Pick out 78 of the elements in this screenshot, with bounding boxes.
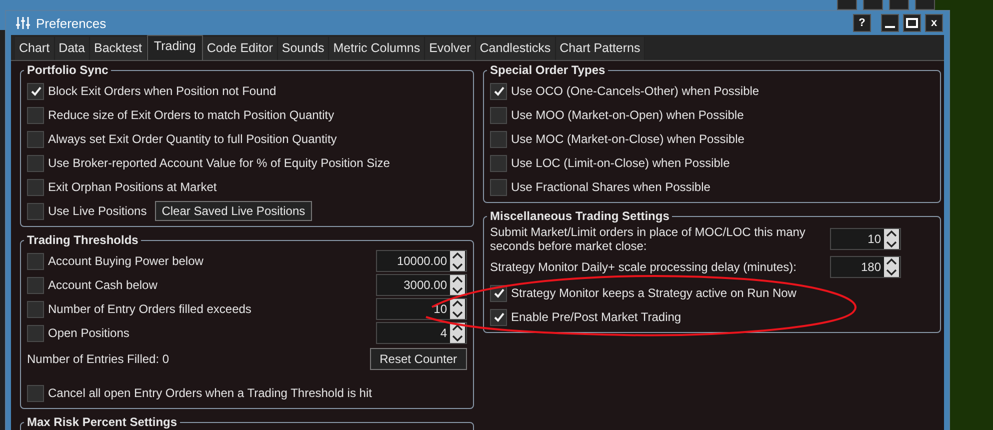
checkbox-label[interactable]: Use Fractional Shares when Possible (511, 180, 710, 194)
tab[interactable]: Evolver (425, 37, 476, 60)
group-title: Max Risk Percent Settings (26, 415, 178, 429)
tab[interactable]: Trading (146, 35, 203, 60)
checkbox-label[interactable]: Cancel all open Entry Orders when a Trading Threshold is hit (48, 386, 372, 400)
number-spinner[interactable]: 3000.00 (376, 274, 467, 296)
spin-up-icon[interactable] (450, 251, 465, 261)
checkbox[interactable] (490, 308, 507, 326)
spin-up-icon[interactable] (884, 257, 899, 267)
tab[interactable]: Sounds (278, 37, 330, 60)
checkbox[interactable] (27, 82, 44, 100)
help-button[interactable]: ? (853, 14, 871, 32)
checkbox[interactable] (490, 82, 507, 100)
setting-label: Submit Market/Limit orders in place of MOC/LOC this many seconds before market close: (490, 225, 806, 253)
tab[interactable]: Chart Patterns (556, 37, 646, 60)
spin-up-icon[interactable] (450, 299, 465, 309)
clear-button[interactable]: Clear Saved Live Positions (154, 201, 312, 221)
checkbox-label[interactable]: Use MOC (Market-on-Close) when Possible (511, 132, 744, 146)
checkbox-label[interactable]: Account Cash below (48, 278, 376, 292)
spin-up-icon[interactable] (884, 229, 899, 239)
maximize-icon[interactable] (903, 14, 921, 32)
checkbox-label[interactable]: Always set Exit Order Quantity to full Position Quantity (48, 132, 337, 146)
minimize-icon[interactable] (881, 14, 899, 32)
checkbox[interactable] (490, 106, 507, 124)
tab[interactable]: Backtest (90, 37, 147, 60)
checkbox[interactable] (490, 178, 507, 196)
checkbox[interactable] (27, 252, 44, 270)
number-spinner[interactable]: 10 (830, 228, 901, 250)
group-title: Portfolio Sync (26, 63, 110, 77)
checkbox-label[interactable]: Enable Pre/Post Market Trading (511, 310, 682, 324)
checkbox-label[interactable]: Use LOC (Limit-on-Close) when Possible (511, 156, 730, 170)
checkbox-label[interactable]: Use Live Positions (48, 204, 147, 218)
spin-down-icon[interactable] (450, 309, 465, 319)
tab[interactable]: Candlesticks (476, 37, 556, 60)
checkbox[interactable] (27, 130, 44, 148)
number-spinner[interactable]: 10000.00 (376, 250, 467, 272)
sliders-icon (16, 16, 30, 30)
spin-down-icon[interactable] (450, 333, 465, 343)
checkbox[interactable] (27, 384, 44, 402)
number-spinner[interactable]: 180 (830, 256, 901, 278)
spin-down-icon[interactable] (884, 239, 899, 249)
checkbox-label[interactable]: Use OCO (One-Cancels-Other) when Possible (511, 84, 760, 98)
checkbox-label[interactable]: Exit Orphan Positions at Market (48, 180, 217, 194)
reset-button[interactable]: Reset Counter (370, 348, 467, 370)
spin-down-icon[interactable] (450, 285, 465, 295)
checkbox-label[interactable]: Number of Entry Orders filled exceeds (48, 302, 376, 316)
checkbox[interactable] (27, 276, 44, 294)
checkbox[interactable] (490, 154, 507, 172)
group-title: Miscellaneous Trading Settings (489, 209, 670, 223)
checkbox-label[interactable]: Use Broker-reported Account Value for % of Equity Position Size (48, 156, 390, 170)
checkbox-label[interactable]: Block Exit Orders when Position not Found (48, 84, 276, 98)
spin-up-icon[interactable] (450, 275, 465, 285)
checkbox[interactable] (27, 324, 44, 342)
tab[interactable]: Code Editor (202, 37, 278, 60)
checkbox[interactable] (27, 202, 44, 220)
checkbox-label[interactable]: Use MOO (Market-on-Open) when Possible (511, 108, 744, 122)
tab[interactable]: Metric Columns (329, 37, 426, 60)
checkbox-label[interactable]: Account Buying Power below (48, 254, 376, 268)
setting-label: Strategy Monitor Daily+ scale processing delay (minutes): (490, 260, 798, 274)
checkbox-label[interactable]: Strategy Monitor keeps a Strategy active on Run Now (511, 286, 796, 300)
close-button[interactable]: x (925, 14, 943, 32)
window-title: Preferences (36, 16, 106, 30)
tab[interactable]: Chart (15, 37, 55, 60)
checkbox[interactable] (27, 154, 44, 172)
group-title: Special Order Types (489, 63, 606, 77)
checkbox-label[interactable]: Open Positions (48, 326, 376, 340)
number-spinner[interactable]: 4 (376, 322, 467, 344)
spin-down-icon[interactable] (450, 261, 465, 271)
checkbox[interactable] (27, 300, 44, 318)
counter-label: Number of Entries Filled: 0 (27, 352, 170, 366)
spin-down-icon[interactable] (884, 267, 899, 277)
tab[interactable]: Data (54, 37, 90, 60)
number-spinner[interactable]: 10 (376, 298, 467, 320)
group-title: Trading Thresholds (26, 233, 140, 247)
checkbox-label[interactable]: Reduce size of Exit Orders to match Position Quantity (48, 108, 334, 122)
checkbox[interactable] (27, 178, 44, 196)
checkbox[interactable] (490, 130, 507, 148)
checkbox[interactable] (27, 106, 44, 124)
